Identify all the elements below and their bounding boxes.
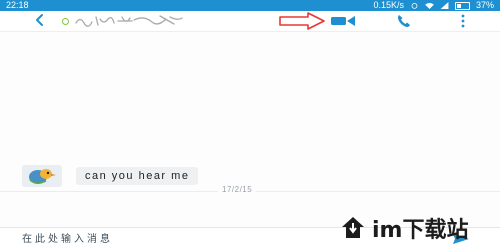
date-label: 17/2/15 bbox=[218, 185, 257, 194]
contact-name-scribble bbox=[75, 15, 183, 27]
phone-icon[interactable] bbox=[396, 13, 412, 29]
bird-avatar[interactable] bbox=[22, 165, 62, 187]
alarm-icon bbox=[411, 3, 418, 9]
contact-title[interactable] bbox=[62, 13, 184, 29]
battery-level: 37% bbox=[475, 0, 494, 10]
composer-bar bbox=[0, 227, 500, 249]
status-time: 22:18 bbox=[6, 0, 29, 10]
message-bubble[interactable]: can you hear me bbox=[76, 167, 199, 185]
red-arrow-icon bbox=[279, 12, 325, 30]
wifi-icon bbox=[425, 2, 434, 9]
back-arrow-icon[interactable] bbox=[32, 12, 48, 28]
status-indicators: 0.15K/s 37% bbox=[373, 0, 494, 11]
net-speed: 0.15K/s bbox=[373, 0, 404, 10]
message-input[interactable] bbox=[22, 232, 322, 246]
status-bar: 22:18 0.15K/s 37% bbox=[0, 0, 500, 11]
video-camera-icon[interactable] bbox=[330, 14, 356, 28]
message-list[interactable]: 17/2/15 bbox=[0, 32, 500, 227]
send-icon[interactable] bbox=[452, 233, 470, 245]
more-vertical-icon[interactable] bbox=[456, 13, 470, 29]
chat-screen: 22:18 0.15K/s 37% 17/2/15 can you hear m… bbox=[0, 0, 500, 249]
chat-header bbox=[0, 11, 500, 32]
presence-ring-icon bbox=[62, 17, 69, 25]
battery-icon bbox=[454, 1, 470, 10]
signal-icon bbox=[440, 2, 449, 9]
date-separator: 17/2/15 bbox=[0, 185, 500, 195]
message-row: can you hear me bbox=[22, 165, 199, 187]
